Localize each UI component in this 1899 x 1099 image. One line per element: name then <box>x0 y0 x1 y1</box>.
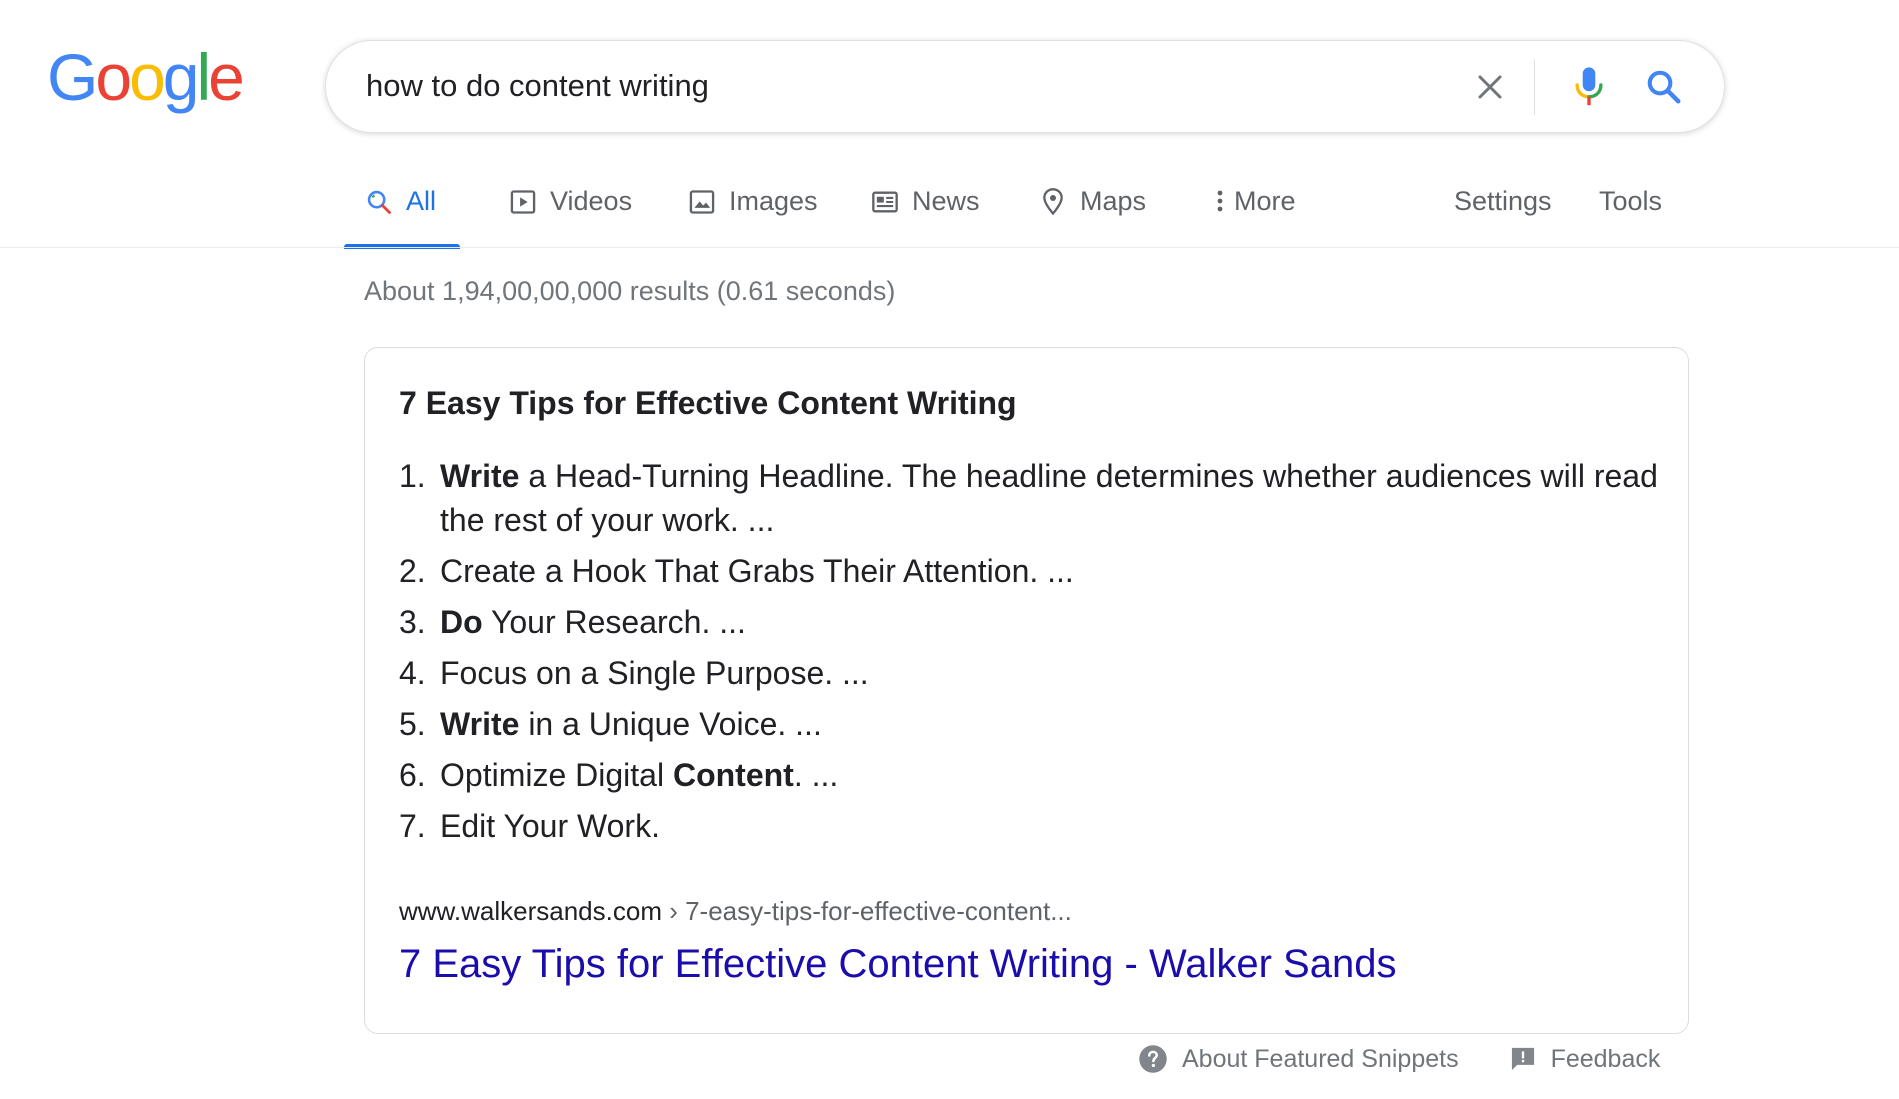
list-item-number: 6. <box>399 757 426 793</box>
list-item: 4. Focus on a Single Purpose. ... <box>399 651 1659 695</box>
video-play-icon <box>508 187 538 217</box>
tab-label: News <box>912 186 980 216</box>
snippet-footer: About Featured Snippets Feedback <box>1138 1041 1660 1077</box>
search-icon <box>364 187 394 217</box>
list-item-number: 4. <box>399 655 426 691</box>
list-item: 3. Do Your Research. ... <box>399 600 1659 644</box>
logo-letter: o <box>129 40 166 114</box>
result-url-breadcrumb[interactable]: www.walkersands.com › 7-easy-tips-for-ef… <box>399 896 1072 927</box>
tools-label: Tools <box>1599 186 1663 216</box>
featured-snippet: 7 Easy Tips for Effective Content Writin… <box>364 347 1689 1034</box>
map-pin-icon <box>1038 187 1068 217</box>
search-divider <box>1534 59 1535 115</box>
google-logo[interactable]: Google <box>47 40 245 114</box>
search-submit-button[interactable] <box>1638 61 1690 113</box>
tab-label: All <box>406 186 437 216</box>
tab-more[interactable]: More <box>1212 178 1296 248</box>
more-vert-icon <box>1212 187 1228 217</box>
help-icon <box>1139 1045 1167 1073</box>
close-icon <box>1478 75 1502 99</box>
list-item-number: 3. <box>399 604 426 640</box>
logo-letter: l <box>196 40 212 114</box>
tab-label: More <box>1234 186 1296 216</box>
voice-search-button[interactable] <box>1563 61 1615 113</box>
list-item: 2. Create a Hook That Grabs Their Attent… <box>399 549 1659 593</box>
tab-label: Maps <box>1080 186 1147 216</box>
search-tabs: All Videos Images News Maps More Setting… <box>344 178 1724 249</box>
about-featured-snippets-label: About Featured Snippets <box>1182 1044 1459 1073</box>
list-item-number: 1. <box>399 458 426 494</box>
list-item-number: 7. <box>399 808 426 844</box>
snippet-list: 1. Write a Head-Turning Headline. The he… <box>399 454 1659 855</box>
result-stats: About 1,94,00,00,000 results (0.61 secon… <box>364 276 896 306</box>
list-item-text: Create a Hook That Grabs Their Attention… <box>440 553 1074 589</box>
list-item-text: Edit Your Work. <box>440 808 660 844</box>
logo-letter: G <box>47 40 98 114</box>
logo-letter: o <box>95 40 132 114</box>
tab-label: Images <box>729 186 818 216</box>
search-icon <box>1647 70 1681 104</box>
logo-letter: e <box>208 40 245 114</box>
list-item-number: 2. <box>399 553 426 589</box>
result-path: › 7-easy-tips-for-effective-content... <box>661 896 1072 926</box>
tab-news[interactable]: News <box>870 178 980 248</box>
settings-label: Settings <box>1454 186 1552 216</box>
feedback-link[interactable]: Feedback <box>1509 1044 1661 1074</box>
tools-button[interactable]: Tools <box>1599 178 1662 248</box>
list-item: 1. Write a Head-Turning Headline. The he… <box>399 454 1659 542</box>
list-item-text: Do Your Research. ... <box>440 604 746 640</box>
logo-letter: g <box>162 40 200 114</box>
about-featured-snippets-link[interactable]: About Featured Snippets <box>1138 1044 1459 1074</box>
feedback-label: Feedback <box>1550 1044 1661 1073</box>
tab-videos[interactable]: Videos <box>508 178 632 248</box>
mic-icon <box>1575 67 1603 106</box>
list-item: 7. Edit Your Work. <box>399 804 1659 848</box>
list-item-text: Optimize Digital Content. ... <box>440 757 839 793</box>
result-domain: www.walkersands.com <box>399 896 662 926</box>
snippet-title: 7 Easy Tips for Effective Content Writin… <box>399 385 1017 421</box>
list-item-number: 5. <box>399 706 426 742</box>
list-item-text: Write a Head-Turning Headline. The headl… <box>440 458 1658 538</box>
image-icon <box>687 187 717 217</box>
tab-maps[interactable]: Maps <box>1038 178 1146 248</box>
tab-label: Videos <box>550 186 633 216</box>
newspaper-icon <box>870 187 900 217</box>
list-item: 6. Optimize Digital Content. ... <box>399 753 1659 797</box>
feedback-icon <box>1511 1047 1534 1071</box>
list-item-text: Write in a Unique Voice. ... <box>440 706 822 742</box>
tab-images[interactable]: Images <box>687 178 818 248</box>
list-item-text: Focus on a Single Purpose. ... <box>440 655 869 691</box>
search-input[interactable] <box>366 63 1446 109</box>
clear-search-button[interactable] <box>1464 61 1516 113</box>
result-title-link[interactable]: 7 Easy Tips for Effective Content Writin… <box>399 942 1396 987</box>
header-divider <box>0 247 1899 248</box>
settings-button[interactable]: Settings <box>1454 178 1552 248</box>
tab-all[interactable]: All <box>364 178 436 248</box>
search-box[interactable] <box>325 40 1725 133</box>
list-item: 5. Write in a Unique Voice. ... <box>399 702 1659 746</box>
